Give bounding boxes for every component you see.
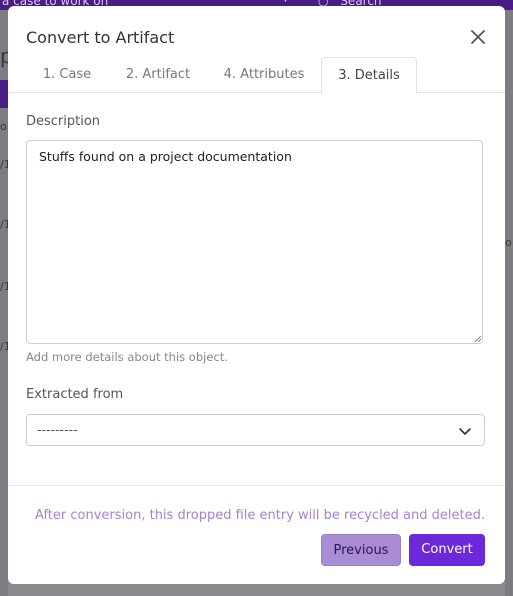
description-label: Description	[26, 114, 101, 129]
background-text-fragment: o	[0, 120, 7, 133]
tab-artifact[interactable]: 2. Artifact	[112, 57, 204, 92]
modal-title: Convert to Artifact	[26, 28, 175, 47]
convert-button[interactable]: Convert	[409, 534, 485, 566]
background-right-strip: o	[505, 10, 513, 596]
tab-details[interactable]: 3. Details	[321, 57, 417, 94]
background-left-strip: p o /1 /1 /1 /1	[0, 10, 13, 596]
modal-footer: After conversion, this dropped file entr…	[8, 485, 505, 584]
modal-tabs: 1. Case 2. Artifact 4. Attributes 3. Det…	[8, 57, 505, 94]
conversion-note: After conversion, this dropped file entr…	[35, 508, 485, 523]
extracted-from-selected-value: ---------	[37, 422, 78, 437]
extracted-from-label: Extracted from	[26, 387, 124, 402]
background-text-fragment: o	[505, 236, 512, 249]
description-textarea[interactable]: Stuffs found on a project documentation	[26, 140, 483, 344]
extracted-from-select[interactable]: ---------	[26, 414, 485, 446]
chevron-down-icon	[459, 428, 471, 435]
tab-case[interactable]: 1. Case	[26, 57, 108, 92]
resize-handle-icon[interactable]	[474, 335, 482, 343]
caret-down-icon: ▼	[282, 0, 289, 4]
close-icon[interactable]	[468, 27, 488, 47]
previous-button[interactable]: Previous	[321, 534, 401, 566]
convert-artifact-modal: Convert to Artifact 1. Case 2. Artifact …	[8, 6, 505, 584]
tab-attributes[interactable]: 4. Attributes	[210, 57, 318, 92]
background-purple-block	[0, 80, 8, 108]
description-help-text: Add more details about this object.	[26, 350, 228, 364]
